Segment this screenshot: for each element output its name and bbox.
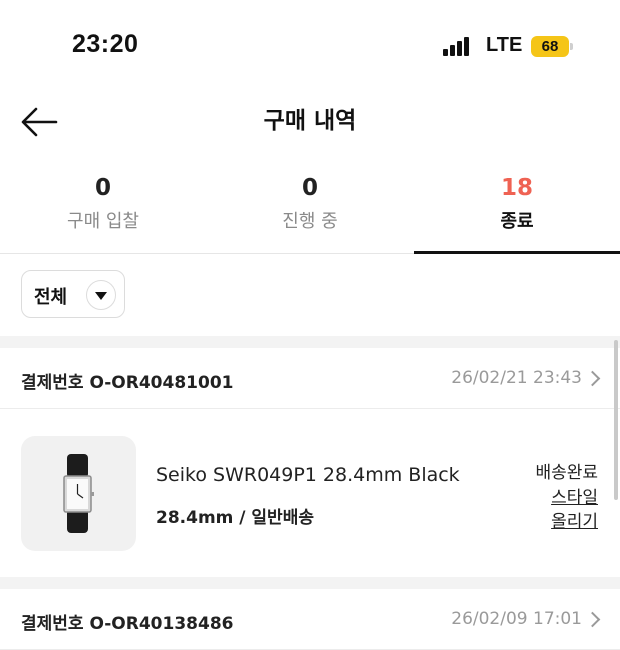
battery-nub <box>570 43 573 50</box>
chevron-right-icon <box>584 370 601 387</box>
delivery-status: 배송완료 <box>535 463 598 483</box>
status-tabs: 0 구매 입찰 0 진행 중 18 종료 <box>0 165 620 254</box>
caret-down-icon <box>86 280 116 310</box>
order-number: 결제번호 O-OR40138486 <box>21 614 234 634</box>
order-date: 26/02/21 23:43 <box>451 368 582 388</box>
post-style-link-line2: 올리기 <box>551 512 598 532</box>
tab-count: 0 <box>94 175 111 201</box>
watch-image <box>63 454 94 533</box>
product-name[interactable]: Seiko SWR049P1 28.4mm Black <box>156 464 460 486</box>
tab-label: 종료 <box>500 211 534 232</box>
tab-label: 구매 입찰 <box>67 211 139 232</box>
cellular-signal-icon <box>443 36 473 56</box>
back-arrow-icon <box>21 107 58 137</box>
filter-label: 전체 <box>34 287 68 308</box>
order-item: Seiko SWR049P1 28.4mm Black 28.4mm / 일반배… <box>0 412 620 577</box>
section-divider <box>0 336 620 348</box>
page-title: 구매 내역 <box>263 108 357 134</box>
tab-label: 진행 중 <box>282 211 338 232</box>
header: 구매 내역 <box>0 92 620 152</box>
network-type: LTE <box>486 34 523 56</box>
order-header[interactable]: 결제번호 O-OR40481001 26/02/21 23:43 <box>0 348 620 409</box>
order-date: 26/02/09 17:01 <box>451 609 582 629</box>
post-style-link[interactable]: 스타일 올리기 <box>551 486 598 534</box>
tab-count: 18 <box>500 175 533 201</box>
tab-ended[interactable]: 18 종료 <box>414 165 620 254</box>
section-divider <box>0 577 620 589</box>
status-time: 23:20 <box>72 30 139 58</box>
product-thumbnail[interactable] <box>21 436 136 551</box>
filter-dropdown[interactable]: 전체 <box>21 270 125 318</box>
tab-bidding[interactable]: 0 구매 입찰 <box>0 165 206 253</box>
back-button[interactable] <box>18 104 60 140</box>
battery-icon: 68 <box>531 36 569 57</box>
status-bar: 23:20 LTE 68 <box>0 0 620 92</box>
order-number: 결제번호 O-OR40481001 <box>21 373 234 393</box>
product-option: 28.4mm / 일반배송 <box>156 508 314 528</box>
tab-count: 0 <box>301 175 318 201</box>
scrollbar[interactable] <box>614 340 618 500</box>
post-style-link-line1: 스타일 <box>551 488 598 508</box>
tab-in-progress[interactable]: 0 진행 중 <box>207 165 413 253</box>
